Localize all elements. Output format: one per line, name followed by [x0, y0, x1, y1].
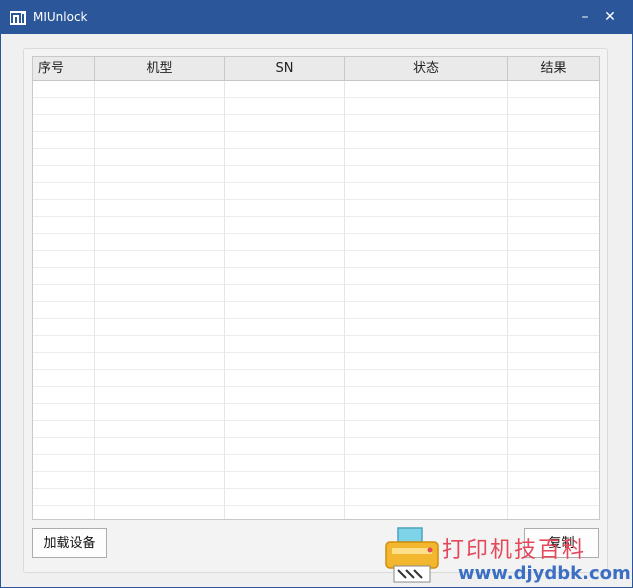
load-devices-button[interactable]: 加载设备: [32, 528, 107, 558]
watermark-text: 打印机技百科: [442, 538, 587, 563]
watermark: 打印机技百科 www.djydbk.com: [384, 526, 633, 588]
device-table[interactable]: 序号 机型 SN 状态 结果: [32, 56, 600, 520]
mi-logo-icon: [10, 11, 26, 25]
column-header-sn[interactable]: SN: [225, 57, 345, 80]
column-header-index[interactable]: 序号: [33, 57, 95, 80]
minimize-icon[interactable]: –: [574, 7, 596, 27]
watermark-url: www.djydbk.com: [458, 563, 631, 584]
column-header-result[interactable]: 结果: [508, 57, 599, 80]
window-title: MIUnlock: [33, 10, 88, 24]
table-header: 序号 机型 SN 状态 结果: [33, 57, 599, 81]
printer-icon: [385, 527, 439, 583]
close-icon[interactable]: ✕: [599, 7, 621, 27]
column-header-status[interactable]: 状态: [345, 57, 508, 80]
app-window: MIUnlock – ✕ 序号 机型 SN 状态 结果 加载设备 复制 打印机技…: [0, 0, 633, 588]
title-bar[interactable]: MIUnlock – ✕: [0, 0, 633, 34]
column-header-model[interactable]: 机型: [95, 57, 225, 80]
table-body[interactable]: [33, 81, 599, 519]
